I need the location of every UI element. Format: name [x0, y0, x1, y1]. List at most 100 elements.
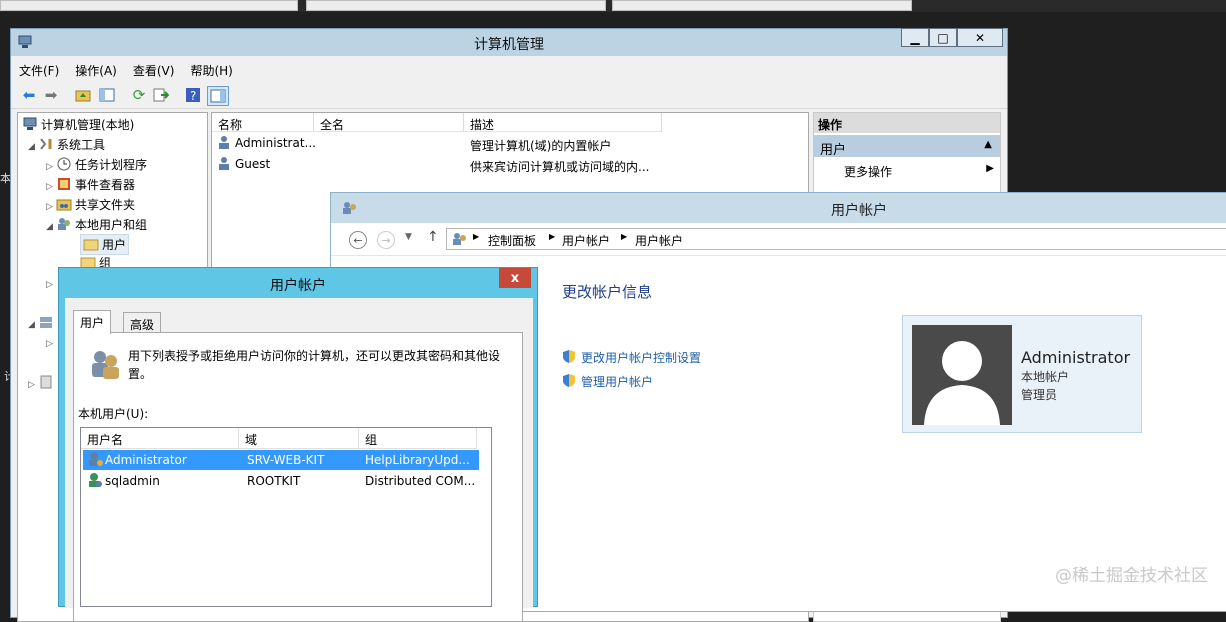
user-icon [216, 156, 232, 170]
users-icon [56, 217, 72, 231]
account-card: Administrator 本地帐户 管理员 [902, 315, 1142, 433]
title-bar: 用户帐户 [331, 193, 1226, 223]
collapse-icon[interactable]: ◢ [28, 142, 38, 152]
menu-view[interactable]: 查看(V) [125, 58, 183, 79]
back-button[interactable]: ← [349, 231, 367, 249]
tree-item-shared-folders[interactable]: ▷ 共享文件夹 [46, 196, 135, 213]
collapse-icon[interactable]: ◢ [46, 222, 56, 232]
background-window-tab[interactable] [0, 0, 298, 11]
breadcrumb[interactable]: ▶ 控制面板 ▶ 用户帐户 ▶ 用户帐户 [446, 228, 1226, 250]
forward-button[interactable]: → [377, 231, 395, 249]
breadcrumb-item[interactable]: 控制面板 [488, 232, 536, 249]
recent-pages-chevron-icon[interactable]: ▼ [405, 232, 412, 242]
list-item[interactable]: Administrat... [216, 135, 316, 150]
user-accounts-dialog: 用户帐户 x 用户 高级 用下列表授予或拒绝用户访问你的计算机，还可以更改其密码… [58, 267, 538, 622]
shared-folder-icon [56, 197, 72, 211]
actions-section-users[interactable]: 用户 ▲ [814, 135, 1000, 158]
more-actions-item[interactable]: 更多操作 ▶ [844, 163, 994, 180]
column-header-full-name[interactable]: 全名 [314, 113, 464, 132]
local-users-list[interactable]: 用户名 域 组 Administrator SRV-WEB-KIT HelpLi… [80, 427, 492, 607]
column-header-name[interactable]: 名称 [212, 113, 314, 132]
tab-users[interactable]: 用户 [73, 310, 112, 334]
tree-item-services[interactable]: ▷ [28, 375, 57, 390]
manage-accounts-link[interactable]: 管理用户帐户 [562, 373, 653, 390]
users-group-icon [88, 347, 122, 384]
column-header-username[interactable]: 用户名 [81, 428, 239, 449]
table-row[interactable]: sqladmin ROOTKIT Distributed COM... [83, 471, 479, 491]
column-header-group[interactable]: 组 [359, 428, 477, 449]
forward-arrow-icon: → [381, 233, 391, 247]
refresh-icon[interactable]: ⟳ [129, 86, 149, 104]
tree-item-computer-management[interactable]: 计算机管理(本地) [22, 116, 134, 133]
user-icon [87, 451, 103, 470]
event-viewer-icon [56, 177, 72, 191]
dialog-title: 用户帐户 [270, 278, 326, 294]
computer-icon [22, 117, 38, 131]
avatar[interactable] [912, 325, 1012, 425]
tree-item-storage[interactable]: ◢ [28, 315, 57, 330]
tree-item-users[interactable]: 用户 [80, 234, 130, 255]
menu-action[interactable]: 操作(A) [67, 58, 125, 79]
collapse-up-icon[interactable]: ▲ [984, 139, 992, 150]
tab-advanced[interactable]: 高级 [123, 312, 162, 334]
window-title: 计算机管理 [474, 37, 544, 53]
maximize-icon: □ [937, 30, 949, 45]
expand-icon[interactable]: ▷ [46, 202, 56, 212]
domain-cell: SRV-WEB-KIT [247, 453, 325, 467]
up-folder-icon[interactable] [73, 86, 93, 104]
account-name: Administrator [1021, 348, 1131, 367]
forward-arrow-icon[interactable]: ➡ [41, 86, 61, 104]
services-icon [38, 375, 54, 389]
tree-item-task-scheduler[interactable]: ▷ 任务计划程序 [46, 156, 147, 173]
breadcrumb-item[interactable]: 用户帐户 [635, 232, 683, 249]
folder-icon [83, 237, 99, 251]
uac-settings-link[interactable]: 更改用户帐户控制设置 [562, 349, 701, 366]
tree-item-system-tools[interactable]: ◢ 系统工具 [28, 136, 105, 153]
help-icon[interactable]: ? [183, 86, 203, 104]
menu-help[interactable]: 帮助(H) [182, 58, 240, 79]
storage-icon [38, 315, 54, 329]
list-item[interactable]: Guest [216, 156, 270, 171]
account-role: 管理员 [1021, 388, 1058, 402]
show-tree-icon[interactable] [97, 86, 117, 104]
close-button[interactable]: ✕ [957, 28, 1003, 47]
background-window-tab[interactable] [612, 0, 912, 11]
tree-item-local-users-groups[interactable]: ◢ 本地用户和组 [46, 216, 147, 233]
column-header-domain[interactable]: 域 [239, 428, 359, 449]
tree-expander[interactable]: ▷ [46, 335, 56, 349]
minimize-button[interactable]: ▁ [901, 28, 929, 47]
tree-expander[interactable]: ▷ [46, 276, 56, 290]
submenu-arrow-icon: ▶ [986, 163, 994, 174]
user-icon [87, 472, 103, 491]
group-cell: Distributed COM... [365, 474, 476, 488]
close-icon: x [510, 270, 520, 286]
collapse-icon[interactable]: ◢ [28, 320, 38, 330]
back-arrow-icon[interactable]: ⬅ [19, 86, 39, 104]
page-title: 更改帐户信息 [562, 283, 653, 301]
expand-icon[interactable]: ▷ [46, 280, 56, 290]
domain-cell: ROOTKIT [247, 474, 301, 488]
expand-icon[interactable]: ▷ [28, 380, 38, 390]
maximize-button[interactable]: □ [929, 28, 957, 47]
intro-text: 用下列表授予或拒绝用户访问你的计算机，还可以更改其密码和其他设置。 [128, 349, 501, 381]
up-button[interactable]: ↑ [427, 229, 439, 245]
tree-item-event-viewer[interactable]: ▷ 事件查看器 [46, 176, 135, 193]
export-list-icon[interactable] [151, 86, 171, 104]
column-header-description[interactable]: 描述 [464, 113, 662, 132]
description-cell: 供来宾访问计算机或访问域的内... [470, 160, 650, 174]
title-bar: 计算机管理 ▁ □ ✕ [11, 28, 1007, 56]
expand-icon[interactable]: ▷ [46, 162, 56, 172]
menu-file[interactable]: 文件(F) [11, 58, 67, 79]
expand-icon[interactable]: ▷ [46, 339, 56, 349]
close-button[interactable]: x [499, 268, 531, 288]
clock-icon [56, 157, 72, 171]
expand-icon[interactable]: ▷ [46, 182, 56, 192]
close-icon: ✕ [974, 30, 986, 45]
background-window-tab[interactable] [306, 0, 606, 11]
breadcrumb-item[interactable]: 用户帐户 [562, 232, 610, 249]
table-row[interactable]: Administrator SRV-WEB-KIT HelpLibraryUpd… [83, 450, 479, 470]
show-action-pane-icon[interactable] [207, 86, 229, 106]
user-icon [216, 135, 232, 149]
breadcrumb-separator-icon: ▶ [549, 232, 556, 241]
control-panel-icon [451, 231, 469, 249]
